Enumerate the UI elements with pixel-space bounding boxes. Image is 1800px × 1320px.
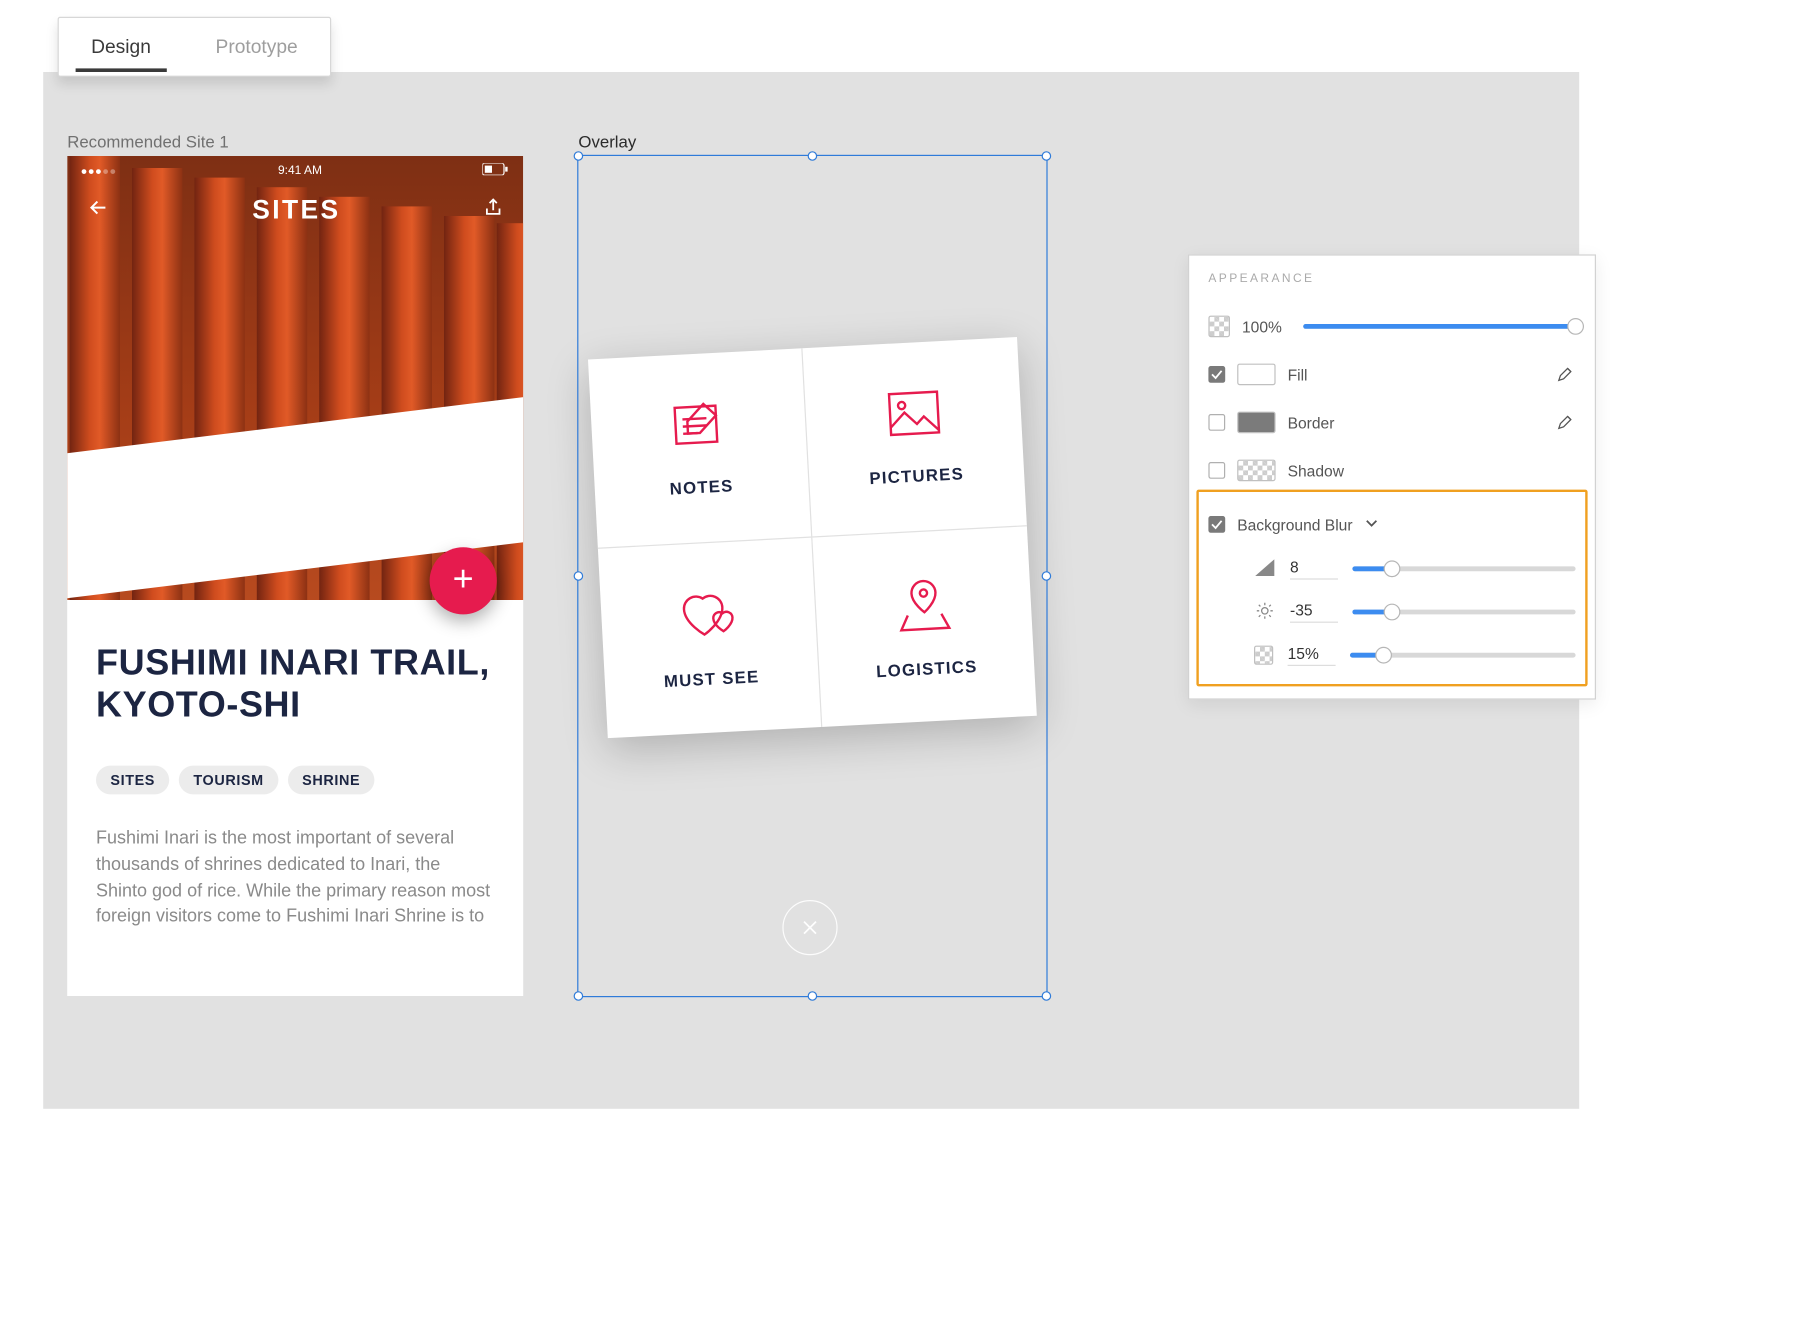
border-swatch[interactable] [1237, 412, 1275, 434]
border-label: Border [1288, 413, 1335, 431]
bgblur-opacity-slider[interactable] [1350, 653, 1576, 658]
blur-amount-icon [1254, 559, 1276, 579]
inspector-section-title: APPEARANCE [1208, 272, 1575, 285]
fill-eyedropper-icon[interactable] [1556, 363, 1575, 386]
bgblur-brightness-slider[interactable] [1352, 610, 1575, 615]
status-bar: 9:41 AM [67, 163, 523, 179]
background-blur-group: Background Blur 8 -35 15% [1208, 494, 1575, 676]
opacity-slider[interactable] [1304, 324, 1576, 329]
fab-add-button[interactable]: + [430, 547, 497, 614]
battery-icon [482, 163, 508, 179]
bgblur-opacity-row: 15% [1208, 634, 1575, 677]
nav-bar: SITES [67, 194, 523, 225]
share-icon[interactable] [482, 195, 504, 225]
tag-tourism[interactable]: TOURISM [179, 766, 278, 795]
tag-row: SITES TOURISM SHRINE [96, 766, 375, 795]
bgblur-brightness-row: -35 [1208, 590, 1575, 633]
bgblur-checkbox[interactable] [1208, 516, 1225, 533]
selection-handle-ml[interactable] [574, 571, 584, 581]
bgblur-label[interactable]: Background Blur [1237, 515, 1352, 533]
tab-design[interactable]: Design [59, 23, 183, 71]
tab-prototype[interactable]: Prototype [183, 23, 330, 71]
selection-handle-tr[interactable] [1042, 151, 1052, 161]
fill-row: Fill [1208, 350, 1575, 398]
chevron-down-icon[interactable] [1365, 515, 1379, 533]
bgblur-row: Background Blur [1208, 502, 1575, 548]
selection-handle-bl[interactable] [574, 991, 584, 1001]
mode-tabs: Design Prototype [58, 17, 332, 77]
artboard-label-overlay[interactable]: Overlay [578, 132, 636, 151]
site-title: FUSHIMI INARI TRAIL, KYOTO-SHI [96, 643, 490, 726]
selection-box[interactable] [577, 155, 1047, 997]
fill-swatch[interactable] [1237, 364, 1275, 386]
border-eyedropper-icon[interactable] [1556, 411, 1575, 434]
shadow-checkbox[interactable] [1208, 462, 1225, 479]
status-time: 9:41 AM [278, 164, 322, 177]
shadow-row: Shadow [1208, 446, 1575, 494]
back-icon[interactable] [86, 195, 110, 225]
opacity-value[interactable]: 100% [1242, 317, 1282, 335]
selection-handle-bm[interactable] [808, 991, 818, 1001]
bgblur-amount-slider[interactable] [1352, 566, 1575, 571]
bgblur-opacity-value[interactable]: 15% [1288, 644, 1336, 666]
border-row: Border [1208, 398, 1575, 446]
artboard-label-rec[interactable]: Recommended Site 1 [67, 132, 229, 151]
opacity-row: 100% [1208, 302, 1575, 350]
tag-sites[interactable]: SITES [96, 766, 169, 795]
bgblur-amount-value[interactable]: 8 [1290, 558, 1338, 580]
fill-checkbox[interactable] [1208, 366, 1225, 383]
signal-dots-icon [82, 164, 118, 177]
selection-handle-tm[interactable] [808, 151, 818, 161]
inspector-panel: APPEARANCE 100% Fill Border Shadow [1188, 254, 1596, 699]
bgblur-opacity-icon [1254, 646, 1273, 665]
selection-handle-br[interactable] [1042, 991, 1052, 1001]
brightness-icon [1254, 601, 1276, 624]
opacity-icon [1208, 316, 1230, 338]
selection-handle-tl[interactable] [574, 151, 584, 161]
border-checkbox[interactable] [1208, 414, 1225, 431]
artboard-recommended-site[interactable]: 9:41 AM SITES + FUSHIMI INARI TRAIL, KYO… [67, 156, 523, 996]
shadow-label: Shadow [1288, 461, 1344, 479]
bgblur-amount-row: 8 [1208, 547, 1575, 590]
hero-image: 9:41 AM SITES [67, 156, 523, 600]
fill-label: Fill [1288, 365, 1308, 383]
site-description: Fushimi Inari is the most important of s… [96, 826, 494, 930]
nav-title: SITES [252, 194, 340, 225]
shadow-swatch[interactable] [1237, 460, 1275, 482]
tag-shrine[interactable]: SHRINE [288, 766, 375, 795]
bgblur-brightness-value[interactable]: -35 [1290, 601, 1338, 623]
selection-handle-mr[interactable] [1042, 571, 1052, 581]
